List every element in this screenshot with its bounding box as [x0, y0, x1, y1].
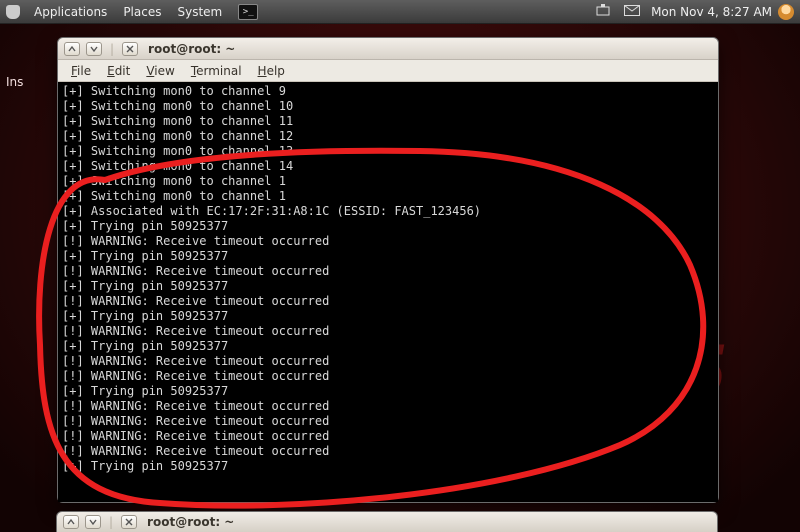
menu-edit[interactable]: Edit [100, 62, 137, 80]
terminal-launcher-icon[interactable]: >_ [238, 4, 258, 20]
terminal-line: [+] Switching mon0 to channel 9 [62, 84, 714, 99]
panel-menu-system[interactable]: System [169, 5, 230, 19]
menu-file[interactable]: File [64, 62, 98, 80]
terminal-line: [+] Trying pin 50925377 [62, 309, 714, 324]
menu-view[interactable]: View [139, 62, 181, 80]
bg-window-menu-up-button[interactable] [63, 515, 79, 529]
terminal-line: [!] WARNING: Receive timeout occurred [62, 324, 714, 339]
terminal-line: [!] WARNING: Receive timeout occurred [62, 354, 714, 369]
titlebar-separator: | [108, 42, 116, 56]
terminal-line: [+] Trying pin 50925377 [62, 339, 714, 354]
desktop-install-label: Ins [6, 75, 23, 89]
network-icon[interactable] [596, 4, 610, 16]
system-tray [591, 4, 645, 19]
terminal-line: [+] Associated with EC:17:2F:31:A8:1C (E… [62, 204, 714, 219]
terminal-output[interactable]: [+] Switching mon0 to channel 9[+] Switc… [58, 82, 718, 502]
terminal-line: [!] WARNING: Receive timeout occurred [62, 369, 714, 384]
terminal-line: [+] Trying pin 50925377 [62, 384, 714, 399]
terminal-line: [+] Switching mon0 to channel 12 [62, 129, 714, 144]
terminal-line: [!] WARNING: Receive timeout occurred [62, 414, 714, 429]
terminal-line: [!] WARNING: Receive timeout occurred [62, 294, 714, 309]
bg-window-title: root@root: ~ [147, 515, 234, 529]
terminal-line: [+] Trying pin 50925377 [62, 459, 714, 474]
window-titlebar[interactable]: | root@root: ~ [58, 38, 718, 60]
terminal-line: [+] Switching mon0 to channel 14 [62, 159, 714, 174]
terminal-line: [+] Switching mon0 to channel 11 [62, 114, 714, 129]
panel-clock[interactable]: Mon Nov 4, 8:27 AM [651, 5, 772, 19]
terminal-line: [+] Switching mon0 to channel 13 [62, 144, 714, 159]
terminal-line: [+] Trying pin 50925377 [62, 279, 714, 294]
mail-icon[interactable] [624, 5, 640, 16]
terminal-line: [+] Trying pin 50925377 [62, 249, 714, 264]
panel-menu-places[interactable]: Places [115, 5, 169, 19]
window-title: root@root: ~ [148, 42, 235, 56]
bg-window-close-button[interactable] [121, 515, 137, 529]
terminal-line: [+] Trying pin 50925377 [62, 219, 714, 234]
bg-titlebar-separator: | [107, 515, 115, 529]
terminal-line: [!] WARNING: Receive timeout occurred [62, 429, 714, 444]
bg-window-menu-down-button[interactable] [85, 515, 101, 529]
window-close-button[interactable] [122, 42, 138, 56]
window-menu-down-button[interactable] [86, 42, 102, 56]
menu-help[interactable]: Help [251, 62, 292, 80]
terminal-line: [!] WARNING: Receive timeout occurred [62, 399, 714, 414]
top-panel: Applications Places System >_ Mon Nov 4,… [0, 0, 800, 24]
terminal-window: | root@root: ~ File Edit View Terminal H… [57, 37, 719, 503]
window-menu-up-button[interactable] [64, 42, 80, 56]
terminal-line: [+] Switching mon0 to channel 10 [62, 99, 714, 114]
prompt-glyph: >_ [243, 7, 254, 17]
terminal-line: [+] Switching mon0 to channel 1 [62, 189, 714, 204]
panel-menu-applications[interactable]: Applications [26, 5, 115, 19]
terminal-line: [!] WARNING: Receive timeout occurred [62, 444, 714, 459]
terminal-line: [+] Switching mon0 to channel 1 [62, 174, 714, 189]
background-terminal-titlebar[interactable]: | root@root: ~ [56, 511, 718, 532]
terminal-line: [!] WARNING: Receive timeout occurred [62, 264, 714, 279]
terminal-line: [!] WARNING: Receive timeout occurred [62, 234, 714, 249]
gnome-foot-icon [6, 5, 20, 19]
terminal-menubar: File Edit View Terminal Help [58, 60, 718, 82]
menu-terminal[interactable]: Terminal [184, 62, 249, 80]
user-switch-icon[interactable] [778, 4, 794, 20]
